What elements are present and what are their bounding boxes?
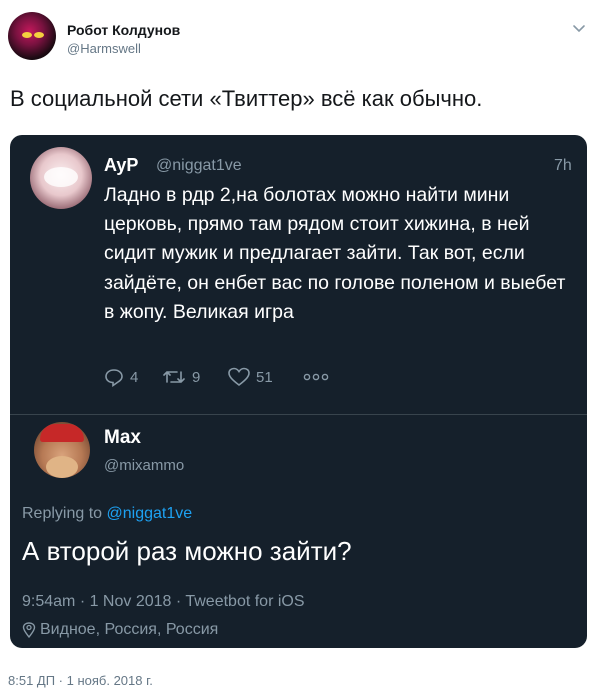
retweet-count: 9	[162, 366, 200, 388]
more-dots-icon	[303, 373, 329, 381]
divider	[10, 414, 587, 415]
more-options	[303, 366, 335, 388]
tweet-text: В социальной сети «Твиттер» всё как обыч…	[10, 86, 483, 111]
reply-avatar	[34, 422, 90, 478]
reply-count-value: 4	[130, 368, 139, 386]
replying-to-line: Replying to @niggat1ve	[22, 505, 192, 523]
retweet-icon	[163, 371, 185, 383]
quoted-author-name: AyP	[104, 155, 139, 175]
replying-to-handle: @niggat1ve	[106, 505, 193, 522]
replying-to-label: Replying to	[22, 505, 103, 522]
quoted-timestamp: 7h	[554, 157, 572, 174]
author-handle[interactable]: @Harmswell	[67, 41, 141, 56]
retweet-count-value: 9	[192, 368, 201, 386]
quoted-tweet-body: Ладно в рдр 2,на болотах можно найти мин…	[104, 184, 566, 323]
reply-icon	[105, 369, 123, 387]
like-count-value: 51	[256, 368, 273, 386]
reply-author-name: Max	[104, 427, 141, 448]
location-pin-icon	[22, 622, 36, 638]
author-avatar[interactable]	[8, 12, 56, 60]
quoted-author-handle: @niggat1ve	[156, 157, 242, 174]
chevron-down-icon[interactable]	[571, 20, 587, 36]
reply-count: 4	[104, 366, 138, 388]
tweet-timestamp[interactable]: 8:51 ДП · 1 нояб. 2018 г.	[8, 673, 153, 688]
reply-location-text: Видное, Россия, Россия	[40, 621, 219, 638]
author-display-name[interactable]: Робот Колдунов	[67, 22, 180, 38]
like-count: 51	[228, 366, 273, 388]
reply-meta: 9:54am · 1 Nov 2018 · Tweetbot for iOS	[22, 593, 305, 610]
reply-text: А второй раз можно зайти?	[22, 536, 352, 566]
reply-author-handle: @mixammo	[104, 457, 185, 474]
embedded-screenshot: AyP @niggat1ve 7h Ладно в рдр 2,на болот…	[10, 135, 587, 648]
heart-icon	[228, 367, 250, 387]
reply-location: Видное, Россия, Россия	[22, 621, 218, 639]
quoted-avatar	[30, 147, 92, 209]
